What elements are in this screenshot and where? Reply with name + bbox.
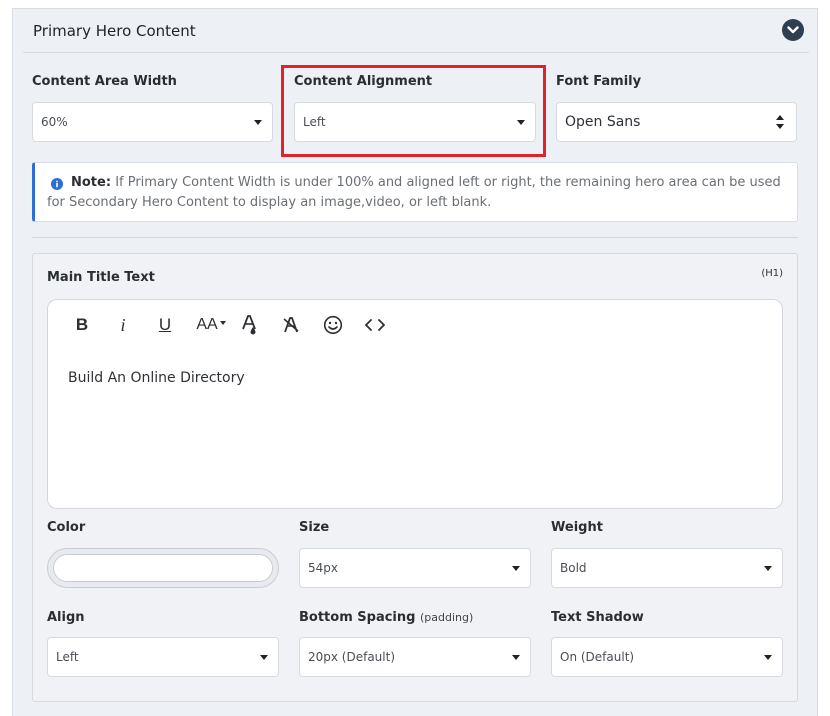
updown-icon <box>776 115 784 129</box>
caret-down-icon <box>219 321 226 325</box>
caret-down-icon <box>512 566 520 571</box>
note-text: Note: If Primary Content Width is under … <box>47 173 787 213</box>
color-picker[interactable] <box>47 548 279 588</box>
size-label: Size <box>299 520 330 535</box>
bottom-spacing-label-text: Bottom Spacing <box>299 610 416 625</box>
content-area-width-select[interactable]: 60% <box>32 102 273 142</box>
collapse-button[interactable] <box>782 19 804 41</box>
note-body: If Primary Content Width is under 100% a… <box>47 175 781 210</box>
align-value: Left <box>56 650 79 664</box>
editor-content[interactable]: Build An Online Directory <box>68 370 245 386</box>
h1-tag: (H1) <box>761 268 783 279</box>
text-shadow-value: On (Default) <box>560 650 635 664</box>
content-area-width-label: Content Area Width <box>32 74 177 89</box>
caret-down-icon <box>512 655 520 660</box>
code-icon <box>365 319 385 331</box>
weight-label: Weight <box>551 520 603 535</box>
clear-format-icon <box>283 317 299 333</box>
color-label: Color <box>47 520 86 535</box>
italic-button[interactable]: i <box>116 314 130 336</box>
text-shadow-label: Text Shadow <box>551 610 644 625</box>
font-family-select[interactable]: Open Sans <box>556 102 797 142</box>
underline-button[interactable]: U <box>156 314 174 336</box>
emoji-button[interactable] <box>322 314 344 336</box>
font-size-icon: AA <box>196 316 218 333</box>
bottom-spacing-label: Bottom Spacing (padding) <box>299 610 473 625</box>
clear-format-button[interactable] <box>282 314 300 336</box>
bottom-spacing-sub: (padding) <box>419 611 474 624</box>
main-title-card: Main Title Text (H1) B i U AA Build An O… <box>32 253 798 702</box>
chevron-down-icon <box>787 26 799 34</box>
size-value: 54px <box>308 561 338 575</box>
caret-down-icon <box>260 655 268 660</box>
color-input[interactable] <box>53 554 273 582</box>
rich-text-editor[interactable]: B i U AA Build An Online Directory <box>47 299 783 509</box>
panel-header[interactable]: Primary Hero Content <box>23 9 809 53</box>
caret-down-icon <box>764 655 772 660</box>
note-label: Note: <box>71 175 112 190</box>
size-select[interactable]: 54px <box>299 548 531 588</box>
font-family-label: Font Family <box>556 74 642 89</box>
caret-down-icon <box>764 566 772 571</box>
weight-select[interactable]: Bold <box>551 548 783 588</box>
text-color-button[interactable] <box>240 314 260 336</box>
align-select[interactable]: Left <box>47 637 279 677</box>
bottom-spacing-value: 20px (Default) <box>308 650 396 664</box>
code-button[interactable] <box>364 314 386 336</box>
note-box: Note: If Primary Content Width is under … <box>32 162 798 222</box>
align-label: Align <box>47 610 85 625</box>
font-family-value: Open Sans <box>565 114 641 130</box>
caret-down-icon <box>254 120 262 125</box>
text-shadow-select[interactable]: On (Default) <box>551 637 783 677</box>
main-title-label: Main Title Text <box>47 270 155 285</box>
bottom-spacing-select[interactable]: 20px (Default) <box>299 637 531 677</box>
panel-title: Primary Hero Content <box>33 22 196 40</box>
bold-button[interactable]: B <box>74 314 90 336</box>
emoji-icon <box>323 315 343 335</box>
divider <box>32 237 798 238</box>
text-color-icon <box>242 315 256 335</box>
highlight-box <box>281 65 546 157</box>
content-area-width-value: 60% <box>41 115 68 129</box>
font-size-button[interactable]: AA <box>192 314 230 336</box>
weight-value: Bold <box>560 561 587 575</box>
